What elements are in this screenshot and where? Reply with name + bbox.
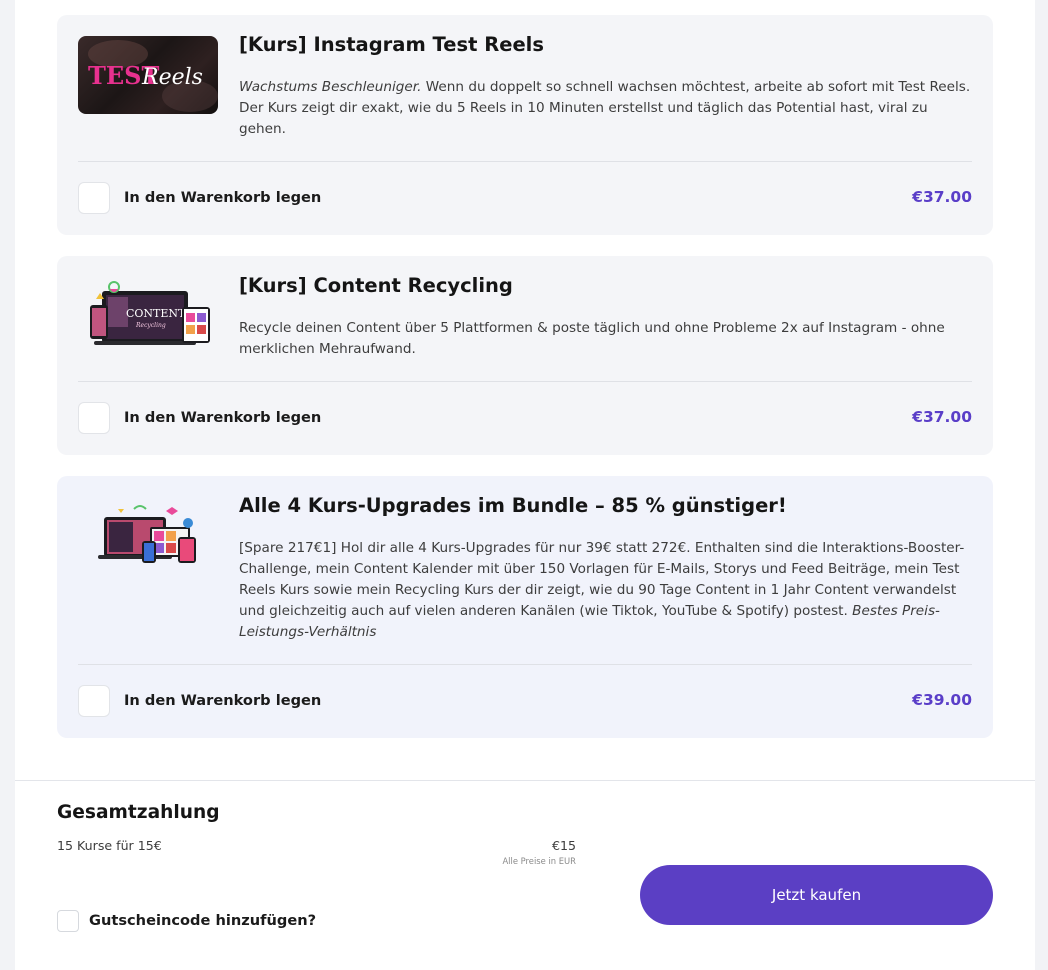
add-to-cart-checkbox[interactable] [78,685,110,717]
product-description-emphasis: Wachstums Beschleuniger. [239,79,422,95]
add-to-cart-checkbox[interactable] [78,182,110,214]
product-price: €37.00 [912,188,972,206]
buy-now-button[interactable]: Jetzt kaufen [640,865,993,925]
add-to-cart-label[interactable]: In den Warenkorb legen [124,692,321,709]
product-price: €37.00 [912,408,972,426]
add-to-cart-label[interactable]: In den Warenkorb legen [124,189,321,206]
product-image-test-reels: TEST Reels [78,36,218,114]
product-title: [Kurs] Instagram Test Reels [239,33,544,56]
product-price: €39.00 [912,691,972,709]
reels-thumbnail-graphic: TEST Reels [88,40,218,112]
total-title: Gesamtzahlung [57,802,220,823]
recycling-thumbnail-graphic: CONTENT Recycling [90,281,210,345]
card-divider [78,161,972,162]
product-description: [Spare 217€1] Hol dir alle 4 Kurs-Upgrad… [239,538,974,643]
bundle-thumbnail-graphic [98,505,196,563]
product-card-test-reels: TEST Reels [Kurs] Instagram Test Reels W… [57,15,993,235]
checkout-panel: TEST Reels [Kurs] Instagram Test Reels W… [15,0,1035,970]
product-description: Wachstums Beschleuniger. Wenn du doppelt… [239,77,974,140]
product-title: Alle 4 Kurs-Upgrades im Bundle – 85 % gü… [239,494,787,517]
coupon-checkbox[interactable] [57,910,79,932]
add-to-cart-checkbox[interactable] [78,402,110,434]
thumbnail-reels-text: Reels [141,65,203,90]
product-card-bundle: Alle 4 Kurs-Upgrades im Bundle – 85 % gü… [57,476,993,738]
card-divider [78,381,972,382]
currency-note: Alle Preise in EUR [502,856,576,866]
card-divider [78,664,972,665]
section-divider [15,780,1035,781]
total-price: €15 [551,838,576,853]
product-image-content-recycling: CONTENT Recycling [78,277,218,355]
product-description: Recycle deinen Content über 5 Plattforme… [239,320,945,357]
coupon-label[interactable]: Gutscheincode hinzufügen? [89,912,316,929]
product-card-content-recycling: CONTENT Recycling [Kurs] Content Recycli… [57,256,993,455]
thumbnail-recycling-text: Recycling [135,322,166,329]
total-description: 15 Kurse für 15€ [57,838,162,853]
product-title: [Kurs] Content Recycling [239,274,513,297]
add-to-cart-label[interactable]: In den Warenkorb legen [124,409,321,426]
product-image-bundle [78,497,218,575]
thumbnail-content-text: CONTENT [126,307,186,320]
